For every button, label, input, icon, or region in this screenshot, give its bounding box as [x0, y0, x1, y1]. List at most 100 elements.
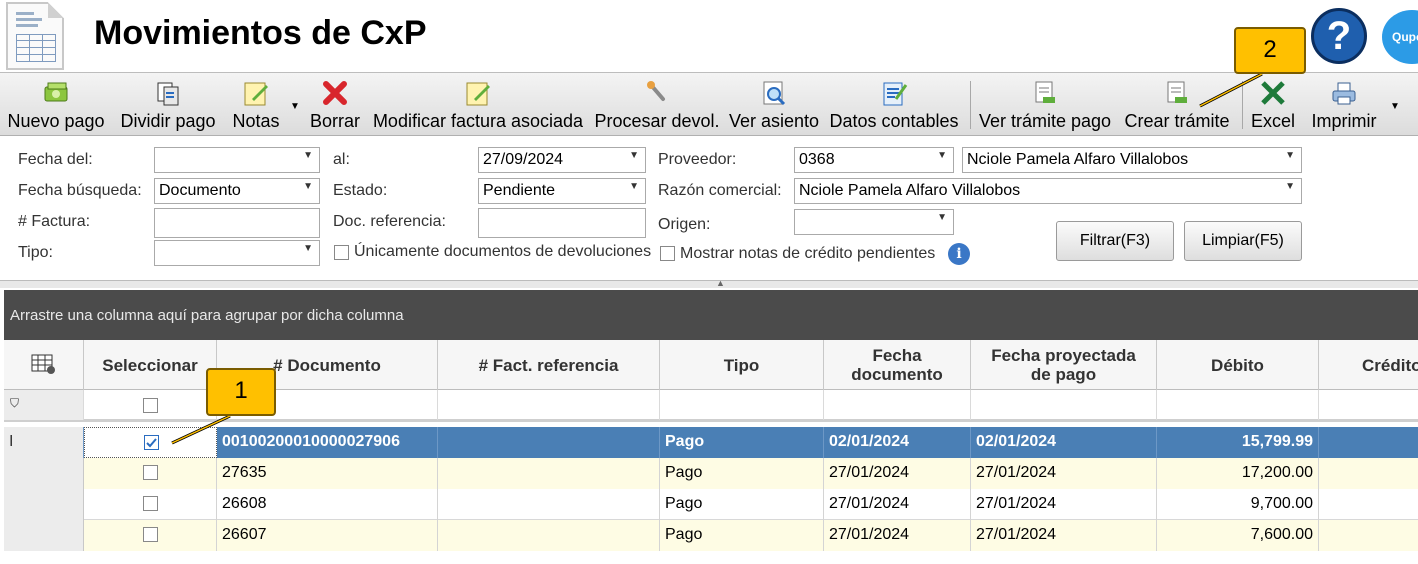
page-title: Movimientos de CxP	[94, 14, 427, 52]
notas-button[interactable]: Notas	[226, 73, 286, 135]
dividir-pago-button[interactable]: Dividir pago	[116, 73, 220, 135]
collapse-arrow-icon[interactable]: ▲	[716, 278, 725, 288]
imprimir-button[interactable]: Imprimir	[1304, 73, 1384, 135]
row-indicator: I	[4, 427, 84, 458]
column-chooser-icon[interactable]	[4, 340, 84, 390]
filter-seleccionar-cell[interactable]	[84, 390, 217, 420]
cell-fact-ref	[438, 489, 660, 520]
filter-fecha-doc-cell[interactable]	[824, 390, 971, 420]
borrar-label: Borrar	[309, 111, 360, 131]
cell-debito: 9,700.00	[1157, 489, 1319, 520]
cell-fecha-doc: 27/01/2024	[824, 520, 971, 551]
solo-devoluciones-label: Únicamente documentos de devoluciones	[354, 243, 652, 260]
fecha-del-label: Fecha del:	[18, 151, 93, 168]
procesar-label: Procesar devol.	[594, 111, 720, 131]
brand-logo-icon: Qupos	[1382, 10, 1418, 64]
procesar-devol-button[interactable]: Procesar devol.	[594, 73, 720, 135]
al-date-field[interactable]: 27/09/2024 ▼	[478, 147, 646, 173]
col-fecha-documento[interactable]: Fecha documento	[824, 340, 971, 390]
document-icon	[6, 2, 64, 70]
origen-select[interactable]: ▼	[794, 209, 954, 235]
cell-fecha-doc: 02/01/2024	[824, 427, 971, 458]
col-tipo[interactable]: Tipo	[660, 340, 824, 390]
col-debito[interactable]: Débito	[1157, 340, 1319, 390]
filter-select-all-checkbox[interactable]	[143, 398, 158, 413]
proveedor-code-field[interactable]: 0368 ▼	[794, 147, 954, 173]
factura-input[interactable]	[154, 208, 320, 238]
filter-funnel-icon[interactable]: ⛉	[4, 390, 84, 420]
ver-tramite-pago-button[interactable]: Ver trámite pago	[978, 73, 1112, 135]
filter-credito-cell[interactable]	[1319, 390, 1418, 420]
estado-select[interactable]: Pendiente ▼	[478, 178, 646, 204]
help-icon[interactable]: ?	[1311, 8, 1367, 64]
proveedor-name-field[interactable]: Nciole Pamela Alfaro Villalobos ▼	[962, 147, 1302, 173]
filtrar-button[interactable]: Filtrar(F3)	[1056, 221, 1174, 261]
estado-label: Estado:	[333, 182, 388, 199]
table-row[interactable]: 26607 Pago 27/01/2024 27/01/2024 7,600.0…	[4, 520, 1418, 551]
notas-credito-checkbox[interactable]	[660, 246, 675, 261]
group-by-bar[interactable]: Arrastre una columna aquí para agrupar p…	[4, 290, 1418, 340]
tipo-select[interactable]: ▼	[154, 240, 320, 266]
filter-fact-ref-cell[interactable]	[438, 390, 660, 420]
datos-contables-label: Datos contables	[829, 111, 959, 131]
info-icon[interactable]: i	[948, 243, 970, 265]
crear-tramite-button[interactable]: Crear trámite	[1122, 73, 1232, 135]
col-seleccionar[interactable]: Seleccionar	[84, 340, 217, 390]
limpiar-button[interactable]: Limpiar(F5)	[1184, 221, 1302, 261]
cell-tipo: Pago	[660, 489, 824, 520]
excel-button[interactable]: Excel	[1248, 73, 1298, 135]
cell-credito	[1319, 458, 1418, 489]
note-edit-icon	[244, 82, 268, 106]
fecha-busqueda-select[interactable]: Documento ▼	[154, 178, 320, 204]
dropdown-arrow-icon: ▼	[1285, 181, 1295, 192]
cell-documento: 00100200010000027906	[217, 427, 438, 458]
row-select-checkbox[interactable]	[143, 527, 158, 542]
row-select-checkbox[interactable]	[143, 496, 158, 511]
row-select-cell[interactable]	[84, 427, 217, 458]
filter-tipo-cell[interactable]	[660, 390, 824, 420]
money-icon	[44, 82, 68, 102]
notas-dropdown-icon[interactable]: ▼	[290, 101, 300, 112]
col-credito[interactable]: Crédito	[1319, 340, 1418, 390]
col-fecha-proyectada[interactable]: Fecha proyectada de pago	[971, 340, 1157, 390]
imprimir-label: Imprimir	[1311, 111, 1377, 131]
cell-documento: 26607	[217, 520, 438, 551]
cell-tipo: Pago	[660, 458, 824, 489]
table-row[interactable]: 26608 Pago 27/01/2024 27/01/2024 9,700.0…	[4, 489, 1418, 520]
row-select-checkbox[interactable]	[143, 465, 158, 480]
table-row[interactable]: I 00100200010000027906 Pago 02/01/2024 0…	[4, 427, 1418, 458]
datos-contables-button[interactable]: Datos contables	[828, 73, 960, 135]
row-select-cell[interactable]	[84, 489, 217, 520]
wrench-icon	[647, 81, 665, 101]
cell-debito: 17,200.00	[1157, 458, 1319, 489]
solo-devoluciones-checkbox[interactable]	[334, 245, 349, 260]
ver-asiento-button[interactable]: Ver asiento	[728, 73, 820, 135]
razon-comercial-select[interactable]: Nciole Pamela Alfaro Villalobos ▼	[794, 178, 1302, 204]
row-select-checkbox[interactable]	[144, 435, 159, 450]
row-select-cell[interactable]	[84, 458, 217, 489]
dropdown-arrow-icon: ▼	[1285, 150, 1295, 161]
printer-icon	[1332, 82, 1356, 105]
panel-splitter[interactable]: ▲	[0, 278, 1418, 288]
table-row[interactable]: 27635 Pago 27/01/2024 27/01/2024 17,200.…	[4, 458, 1418, 489]
row-select-cell[interactable]	[84, 520, 217, 551]
nuevo-pago-button[interactable]: Nuevo pago	[4, 73, 108, 135]
imprimir-dropdown-icon[interactable]: ▼	[1390, 101, 1400, 112]
col-fact-referencia[interactable]: # Fact. referencia	[438, 340, 660, 390]
cell-fecha-proy: 27/01/2024	[971, 520, 1157, 551]
cell-fecha-proy: 27/01/2024	[971, 458, 1157, 489]
doc-referencia-input[interactable]	[478, 208, 646, 238]
delete-icon	[323, 81, 347, 105]
cell-credito	[1319, 520, 1418, 551]
crear-tramite-label: Crear trámite	[1124, 111, 1230, 131]
split-icon	[157, 82, 179, 106]
filter-fecha-proy-cell[interactable]	[971, 390, 1157, 420]
dropdown-arrow-icon: ▼	[303, 181, 313, 192]
notas-label: Notas	[232, 111, 280, 131]
dropdown-arrow-icon: ▼	[937, 150, 947, 161]
modificar-factura-button[interactable]: Modificar factura asociada	[372, 73, 584, 135]
borrar-button[interactable]: Borrar	[304, 73, 366, 135]
filter-debito-cell[interactable]	[1157, 390, 1319, 420]
fecha-del-field[interactable]: ▼	[154, 147, 320, 173]
razon-comercial-label: Razón comercial:	[658, 182, 782, 199]
